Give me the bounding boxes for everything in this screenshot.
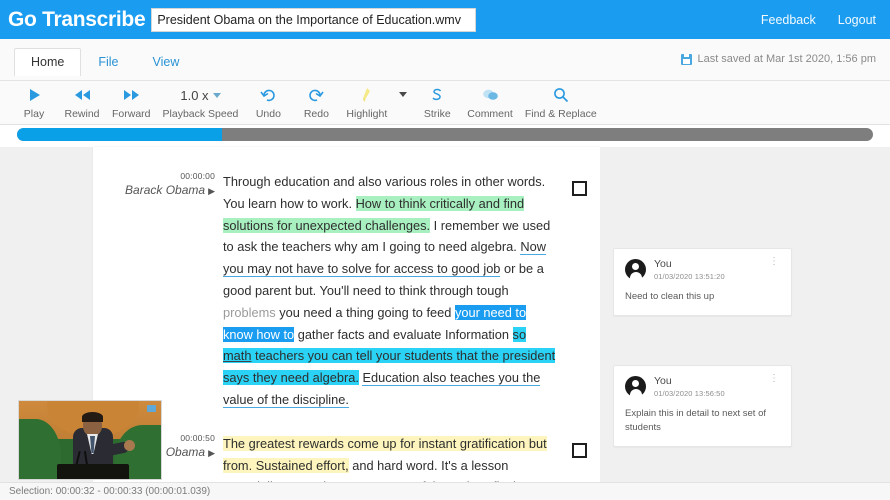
highlight-yellow: The greatest rewards come up for instant… [223, 435, 547, 473]
grayed-word: problems [223, 304, 276, 320]
tab-divider [0, 80, 890, 81]
video-speaker-hand [124, 440, 135, 451]
user-avatar-icon [625, 259, 646, 280]
feedback-link[interactable]: Feedback [761, 13, 816, 27]
tab-view[interactable]: View [136, 48, 197, 76]
segment-checkbox[interactable] [572, 181, 587, 196]
comment-label: Comment [467, 108, 513, 120]
video-podium [57, 464, 129, 479]
chevron-down-icon [399, 92, 408, 97]
speaker-expand-icon: ▶ [208, 186, 215, 196]
segment-text[interactable]: Through education and also various roles… [223, 171, 556, 411]
playback-progress-fill [17, 128, 222, 141]
highlight-button[interactable]: Highlight [340, 82, 393, 120]
transcript-document[interactable]: 00:00:00 Barack Obama ▶ Through education… [93, 147, 600, 482]
segment-speaker[interactable]: Barack Obama ▶ [93, 183, 215, 197]
app-header: Go Transcribe President Obama on the Imp… [0, 0, 890, 39]
play-label: Play [23, 108, 45, 120]
file-title-input[interactable]: President Obama on the Importance of Edu… [151, 7, 477, 32]
app-brand: Go Transcribe [8, 7, 146, 31]
selection-status: Selection: 00:00:32 - 00:00:33 (00:00:01… [9, 486, 211, 497]
ribbon-tabs: Home File View [14, 48, 196, 76]
kebab-menu-icon[interactable]: ⋮ [768, 374, 780, 384]
forward-button[interactable]: Forward [106, 82, 157, 120]
comment-author: You [654, 375, 672, 387]
user-avatar-icon [625, 376, 646, 397]
comment-text: Need to clean this up [625, 291, 715, 302]
save-icon [681, 53, 693, 65]
redo-button[interactable]: Redo [292, 82, 340, 120]
comment-author-block: You 01/03/2020 13:56:50 [654, 375, 768, 399]
rewind-label: Rewind [64, 108, 100, 120]
highlighter-icon [360, 84, 374, 106]
comment-button[interactable]: Comment [461, 82, 519, 120]
video-corner-badge [147, 405, 156, 412]
comment-header: You 01/03/2020 13:51:20 ⋮ [625, 257, 780, 282]
toolbar: Play Rewind Forward 1.0 x Playback Speed… [10, 82, 603, 120]
highlight-label: Highlight [346, 108, 388, 120]
comment-card[interactable]: You 01/03/2020 13:56:50 ⋮ Explain this i… [613, 365, 792, 447]
strike-label: Strike [423, 108, 451, 120]
last-saved-text: Last saved at Mar 1st 2020, 1:56 pm [697, 53, 876, 65]
status-bar: Selection: 00:00:32 - 00:00:33 (00:00:01… [0, 482, 890, 500]
logout-link[interactable]: Logout [838, 13, 876, 27]
comment-date: 01/03/2020 13:56:50 [654, 389, 725, 398]
underlined-phrase: Now you may not have to solve for access… [223, 239, 546, 278]
video-preview-thumbnail[interactable] [18, 400, 162, 480]
transcript-segment: 00:00:50 Obama ▶ The greatest rewards com… [93, 411, 600, 482]
header-actions: Feedback Logout [761, 0, 876, 39]
play-icon [27, 84, 42, 106]
ribbon: Home File View Last saved at Mar 1st 202… [0, 39, 890, 125]
strikethrough-icon [430, 84, 444, 106]
playback-progress-bar[interactable] [17, 128, 873, 141]
comment-icon [482, 84, 499, 106]
comment-date: 01/03/2020 13:51:20 [654, 272, 725, 281]
comment-text: Explain this in detail to next set of st… [625, 408, 766, 433]
undo-button[interactable]: Undo [244, 82, 292, 120]
comment-card[interactable]: You 01/03/2020 13:51:20 ⋮ Need to clean … [613, 248, 792, 316]
undo-label: Undo [255, 108, 281, 120]
playback-speed-value-wrap: 1.0 x [180, 84, 221, 106]
redo-label: Redo [303, 108, 329, 120]
find-replace-button[interactable]: Find & Replace [519, 82, 603, 120]
segment-timestamp[interactable]: 00:00:00 [93, 171, 215, 181]
comment-author-block: You 01/03/2020 13:51:20 [654, 258, 768, 282]
play-button[interactable]: Play [10, 82, 58, 120]
redo-icon [308, 84, 325, 106]
rewind-button[interactable]: Rewind [58, 82, 106, 120]
undo-icon [260, 84, 276, 106]
find-replace-label: Find & Replace [524, 108, 597, 120]
tab-home[interactable]: Home [14, 48, 82, 76]
highlight-green: How to think critically and find solutio… [223, 195, 525, 233]
last-saved-status: Last saved at Mar 1st 2020, 1:56 pm [681, 53, 876, 65]
segment-text[interactable]: The greatest rewards come up for instant… [223, 433, 556, 482]
kebab-menu-icon[interactable]: ⋮ [768, 257, 780, 267]
underlined-word: math [223, 348, 252, 364]
strike-button[interactable]: Strike [413, 82, 461, 120]
forward-label: Forward [112, 108, 151, 120]
search-icon [553, 84, 569, 106]
tab-file[interactable]: File [81, 48, 135, 76]
segment-meta: 00:00:00 Barack Obama ▶ [93, 171, 219, 197]
rewind-icon [74, 84, 91, 106]
playback-speed-value: 1.0 x [180, 87, 209, 103]
segment-checkbox[interactable] [572, 442, 587, 458]
transcript-segment: 00:00:00 Barack Obama ▶ Through education… [93, 147, 600, 411]
speaker-expand-icon: ▶ [208, 447, 215, 458]
forward-icon [123, 84, 140, 106]
highlight-color-dropdown[interactable] [393, 82, 413, 97]
comment-author: You [654, 258, 672, 270]
video-speaker-hair [82, 412, 103, 422]
playback-speed-label: Playback Speed [162, 108, 239, 120]
playback-speed-button[interactable]: 1.0 x Playback Speed [157, 82, 245, 121]
chevron-down-icon [212, 92, 221, 98]
comment-header: You 01/03/2020 13:56:50 ⋮ [625, 374, 780, 399]
comments-panel: You 01/03/2020 13:51:20 ⋮ Need to clean … [600, 147, 890, 482]
